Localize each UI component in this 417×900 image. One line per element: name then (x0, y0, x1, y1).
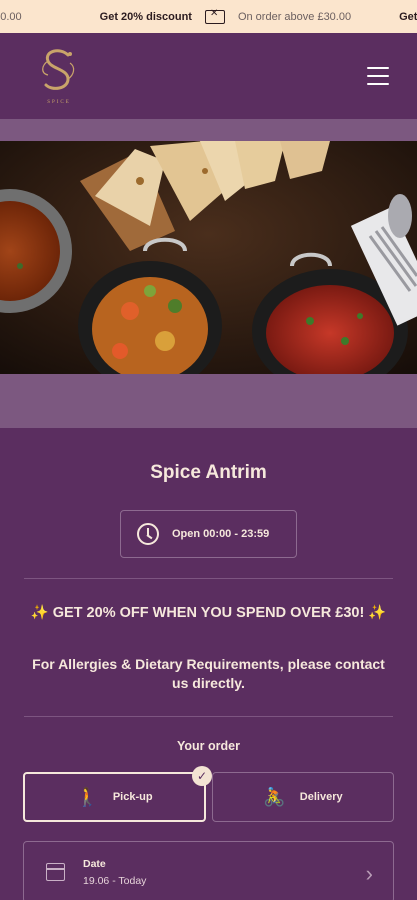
opening-hours-text: Open 00:00 - 23:59 (172, 528, 270, 540)
pickup-option[interactable]: 🚶 Pick-up (23, 772, 206, 822)
date-selector[interactable]: Date 19.06 - Today › (23, 841, 394, 900)
walking-person-icon: 🚶 (76, 787, 99, 807)
chevron-right-icon: › (365, 861, 373, 886)
ticker-item: On order above £30.00 (237, 10, 352, 23)
divider (24, 716, 393, 717)
your-order-heading: Your order (177, 739, 240, 753)
bottom-band (0, 374, 417, 428)
ticker-item: Get 20% discount (99, 10, 192, 23)
divider (24, 578, 393, 579)
pickup-label: Pick-up (112, 791, 153, 803)
delivery-label: Delivery (299, 791, 343, 803)
clock-icon (137, 523, 159, 545)
promo-banner: ✨ GET 20% OFF WHEN YOU SPEND OVER £30! ✨ (30, 605, 387, 621)
menu-button[interactable] (367, 67, 389, 85)
restaurant-name: Spice Antrim (150, 462, 267, 483)
allergy-note: For Allergies & Dietary Requirements, pl… (32, 656, 385, 691)
hero-image (0, 141, 417, 374)
opening-hours-badge: Open 00:00 - 23:59 (120, 510, 297, 558)
ticker-item: Get 20 (399, 10, 417, 23)
ticker-item: £30.00 (0, 10, 22, 23)
svg-text:SPICE: SPICE (47, 100, 71, 105)
selected-check-icon: ✓ (192, 766, 212, 786)
top-band (0, 119, 417, 141)
ticket-icon (204, 8, 225, 24)
calendar-icon (46, 863, 65, 881)
date-label: Date (83, 857, 106, 870)
spice-logo[interactable]: SPICE (38, 45, 80, 107)
promo-ticker: £30.00 Get 20% discount On order above £… (0, 0, 417, 33)
bicycle-icon: 🚴 (263, 787, 286, 807)
site-header: SPICE (0, 33, 417, 119)
hamburger-icon (367, 67, 389, 70)
date-value: 19.06 - Today (83, 874, 147, 887)
delivery-option[interactable]: 🚴 Delivery (212, 772, 394, 822)
